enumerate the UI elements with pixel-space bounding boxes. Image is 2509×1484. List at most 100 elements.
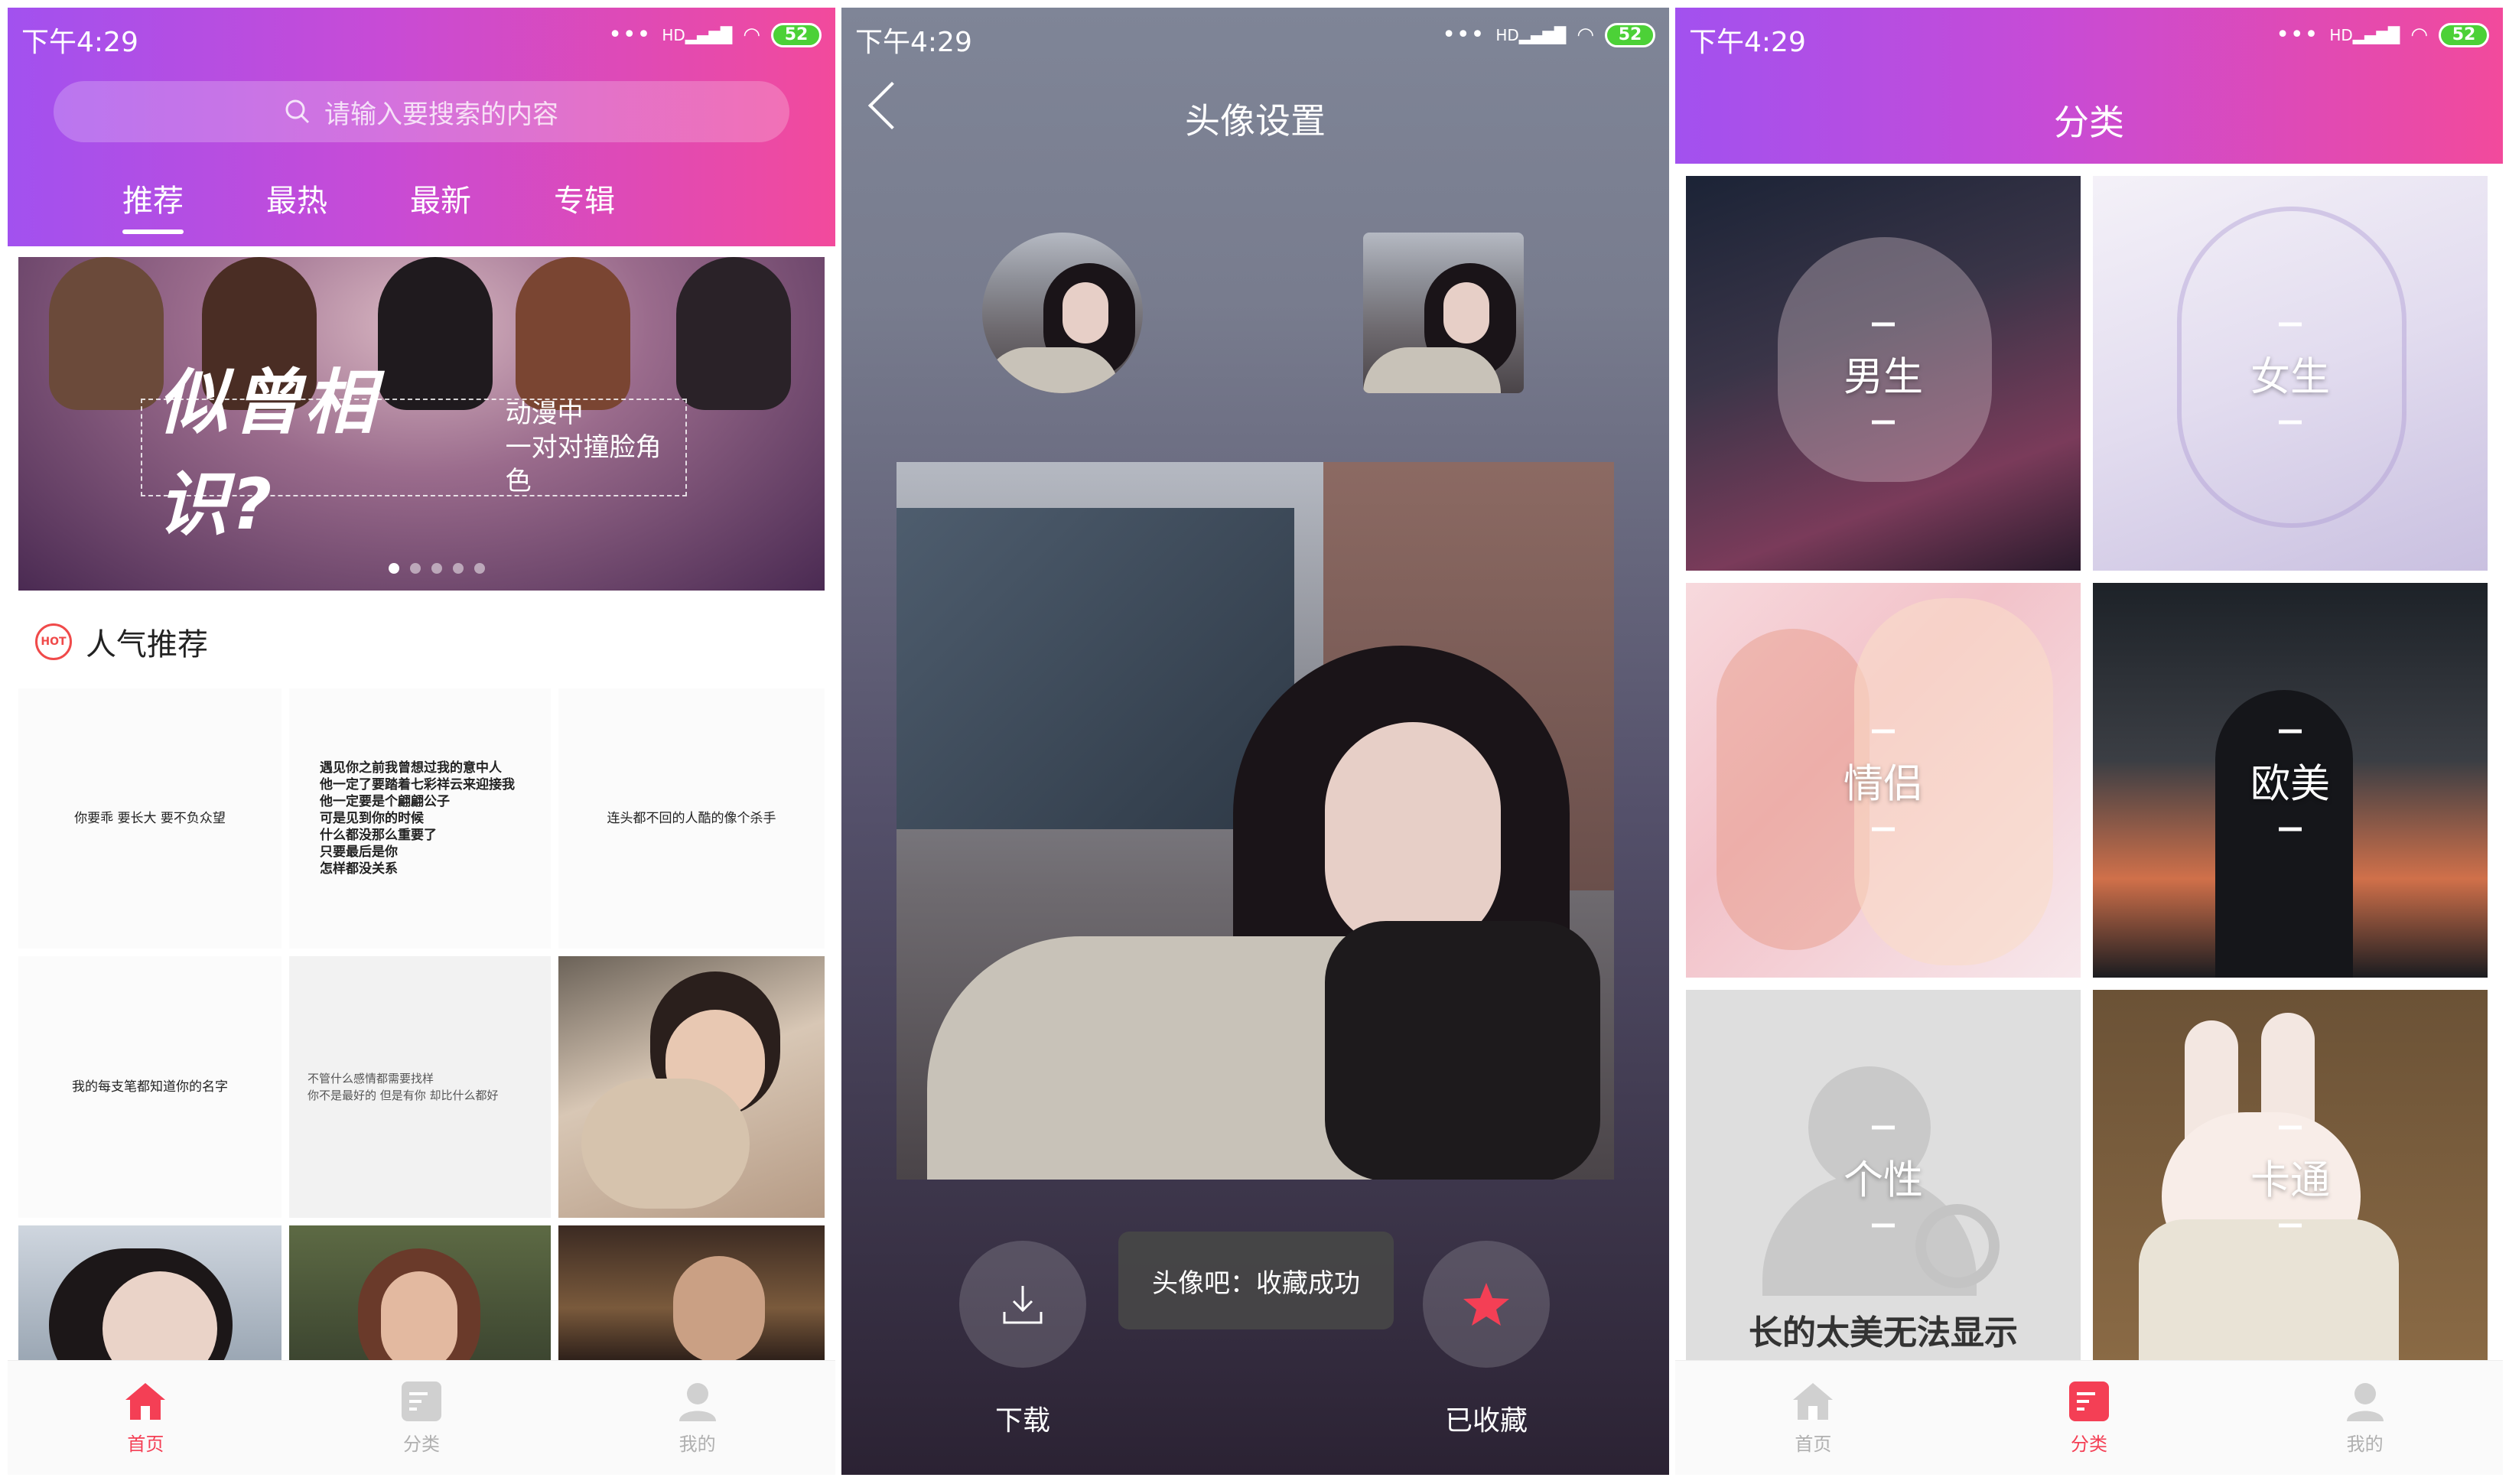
divider [2279, 1223, 2302, 1228]
tile-text: 我的每支笔都知道你的名字 [72, 1079, 228, 1095]
tab-mine-label: 我的 [679, 1434, 716, 1455]
battery-icon: 52 [771, 22, 822, 47]
download-action: 下载 [959, 1241, 1086, 1438]
banner-dot[interactable] [431, 563, 442, 574]
signal-icon: HD▂▄▆█ [2329, 25, 2400, 44]
divider [1872, 729, 1895, 734]
category-label-group: 欧美 [2093, 729, 2488, 831]
photo-subject [673, 1256, 765, 1363]
wifi-icon: ◠ [2410, 23, 2428, 47]
category-tile-western[interactable]: 欧美 [2093, 583, 2488, 978]
tab-category[interactable]: 分类 [1951, 1361, 2228, 1475]
photo-subject [381, 1271, 457, 1363]
tab-mine[interactable]: 我的 [2227, 1361, 2503, 1475]
signal-icon: HD▂▄▆█ [662, 25, 733, 44]
download-label: 下载 [994, 1405, 1050, 1437]
wallpaper-tile-photo[interactable] [18, 1225, 281, 1363]
tab-category-label: 分类 [2071, 1434, 2107, 1455]
tile-art [2139, 1219, 2399, 1363]
category-tile-boys[interactable]: 男生 [1686, 176, 2081, 571]
toast-message: 头像吧：收藏成功 [1118, 1232, 1394, 1329]
wallpaper-tile-photo[interactable] [558, 956, 825, 1218]
category-tile-personality[interactable]: 个性 长的太美无法显示 [1686, 990, 2081, 1363]
banner-dot[interactable] [453, 563, 464, 574]
status-time: 下午4:29 [855, 27, 972, 58]
status-bar: 下午4:29 ••• HD▂▄▆█ ◠ 52 [8, 8, 835, 69]
tile-text: 连头都不回的人酷的像个杀手 [607, 811, 776, 826]
category-label-group: 卡通 [2093, 1125, 2488, 1228]
favorite-button[interactable] [1423, 1241, 1550, 1368]
wallpaper-tile[interactable]: 我的每支笔都知道你的名字 [18, 956, 281, 1218]
category-tile-couples[interactable]: 情侣 [1686, 583, 2081, 978]
photo-coat [982, 347, 1120, 393]
wifi-icon: ◠ [743, 23, 760, 47]
home-icon [125, 1383, 166, 1420]
battery-icon: 52 [2439, 22, 2489, 47]
battery-icon: 52 [1605, 22, 1655, 47]
tab-category[interactable]: 分类 [284, 1361, 560, 1475]
tab-home[interactable]: 首页 [1675, 1361, 1951, 1475]
divider [1872, 322, 1895, 327]
signal-icon: HD▂▄▆█ [1495, 25, 1567, 44]
status-icons: ••• HD▂▄▆█ ◠ 52 [608, 21, 822, 48]
category-tile-cartoon[interactable]: 卡通 [2093, 990, 2488, 1363]
category-icon [402, 1381, 441, 1421]
tile-text: 你要乖 要长大 要不负众望 [74, 811, 226, 826]
avatar-photo [897, 462, 1614, 1180]
wallpaper-tile[interactable]: 连头都不回的人酷的像个杀手 [558, 688, 825, 949]
user-icon [2346, 1383, 2384, 1421]
divider [1872, 420, 1895, 425]
bottom-tab-bar: 首页 分类 我的 [1675, 1360, 2503, 1475]
banner-dot[interactable] [410, 563, 421, 574]
star-icon [1463, 1283, 1509, 1326]
search-bar[interactable]: 请输入要搜索的内容 [54, 81, 789, 142]
banner-dot[interactable] [474, 563, 485, 574]
divider [2279, 420, 2302, 425]
wallpaper-tile[interactable]: 不管什么感情都需要找样 你不是最好的 但是有你 却比什么都好 [289, 956, 551, 1218]
category-tile-girls[interactable]: 女生 [2093, 176, 2488, 571]
photo-subject [1443, 282, 1489, 343]
divider [1872, 1125, 1895, 1130]
favorite-label: 已收藏 [1444, 1405, 1528, 1437]
category-label: 男生 [1843, 354, 1923, 401]
tab-recommend[interactable]: 推荐 [122, 176, 184, 234]
wallpaper-tile-photo[interactable] [558, 1225, 825, 1363]
tab-albums[interactable]: 专辑 [554, 176, 615, 234]
category-screen: 下午4:29 ••• HD▂▄▆█ ◠ 52 分类 男生 女生 情侣 欧美 个性… [1675, 8, 2503, 1475]
divider [1872, 827, 1895, 831]
tile-text: 遇见你之前我曾想过我的意中人 他一定了要踏着七彩祥云来迎接我 他一定要是个翩翩公… [320, 760, 515, 877]
status-icons: ••• HD▂▄▆█ ◠ 52 [1442, 21, 1655, 48]
photo-cat [581, 1079, 750, 1209]
tab-home[interactable]: 首页 [8, 1361, 284, 1475]
category-label: 欧美 [2250, 761, 2330, 808]
photo-coat [1363, 347, 1501, 393]
wallpaper-tile[interactable]: 遇见你之前我曾想过我的意中人 他一定了要踏着七彩祥云来迎接我 他一定要是个翩翩公… [289, 688, 551, 949]
banner-character [676, 257, 791, 410]
hot-icon: HOT [35, 623, 72, 660]
tab-newest[interactable]: 最新 [410, 176, 471, 234]
tab-hottest[interactable]: 最热 [266, 176, 327, 234]
banner-subtitle: 动漫中 一对对撞脸角色 [506, 397, 685, 498]
banner-carousel[interactable]: 似曾相识? 动漫中 一对对撞脸角色 [18, 257, 825, 591]
category-label: 卡通 [2250, 1157, 2330, 1204]
more-dots-icon: ••• [608, 21, 652, 48]
wifi-icon: ◠ [1577, 23, 1594, 47]
search-placeholder: 请输入要搜索的内容 [324, 99, 558, 130]
category-label-group: 情侣 [1686, 729, 2081, 831]
bottom-tab-bar: 首页 分类 我的 [8, 1360, 835, 1475]
category-label-group: 男生 [1686, 322, 2081, 425]
avatar-preview-round [982, 233, 1143, 393]
wallpaper-tile-photo[interactable] [289, 1225, 551, 1363]
signal-label: HD [1495, 25, 1519, 44]
download-button[interactable] [959, 1241, 1086, 1368]
category-label: 女生 [2250, 354, 2330, 401]
tile-text: 不管什么感情都需要找样 你不是最好的 但是有你 却比什么都好 [308, 1072, 499, 1102]
user-icon [679, 1383, 716, 1421]
tab-mine[interactable]: 我的 [559, 1361, 835, 1475]
banner-subtitle-line: 动漫中 [505, 399, 584, 429]
divider [2279, 729, 2302, 734]
banner-dot[interactable] [389, 563, 399, 574]
wallpaper-tile[interactable]: 你要乖 要长大 要不负众望 [18, 688, 281, 949]
more-dots-icon: ••• [2276, 21, 2319, 48]
category-label: 情侣 [1843, 761, 1923, 808]
